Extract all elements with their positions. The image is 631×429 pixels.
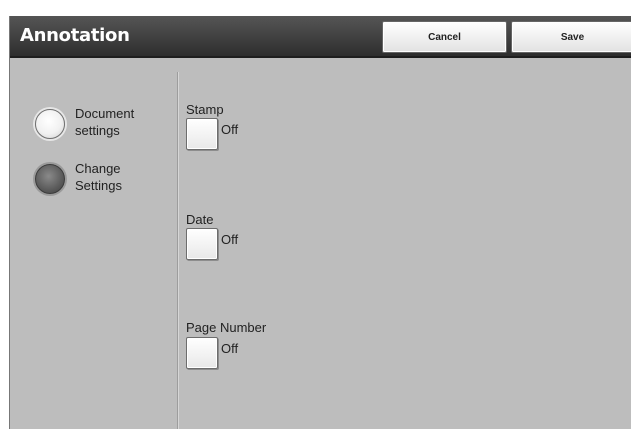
stamp-checkbox[interactable]	[186, 118, 218, 150]
date-checkbox[interactable]	[186, 228, 218, 260]
radio-label-line2: settings	[75, 123, 120, 138]
date-state: Off	[221, 232, 239, 247]
stamp-state: Off	[221, 122, 239, 137]
date-label: Date	[186, 212, 214, 227]
panel-divider	[177, 72, 178, 429]
change-settings-radio[interactable]: Change Settings	[31, 160, 171, 200]
page-title: Annotation	[20, 25, 130, 46]
radio-button-selected-icon	[35, 164, 65, 194]
save-button[interactable]: Save	[511, 21, 631, 53]
page-number-checkbox[interactable]	[186, 337, 218, 369]
document-settings-radio[interactable]: Document settings	[31, 105, 171, 145]
radio-label-line2: Settings	[75, 178, 122, 193]
annotation-screen: Annotation Cancel Save Document settings …	[9, 16, 631, 429]
radio-label-line1: Change	[75, 161, 121, 176]
radio-button-icon	[35, 109, 65, 139]
radio-label: Change Settings	[75, 160, 165, 194]
radio-label-line1: Document	[75, 106, 135, 121]
page-number-state: Off	[221, 341, 239, 356]
radio-label: Document settings	[75, 105, 165, 139]
page-number-label: Page Number	[186, 320, 267, 335]
cancel-button[interactable]: Cancel	[382, 21, 507, 53]
title-bar: Annotation Cancel Save	[10, 16, 631, 58]
stamp-label: Stamp	[186, 102, 224, 117]
